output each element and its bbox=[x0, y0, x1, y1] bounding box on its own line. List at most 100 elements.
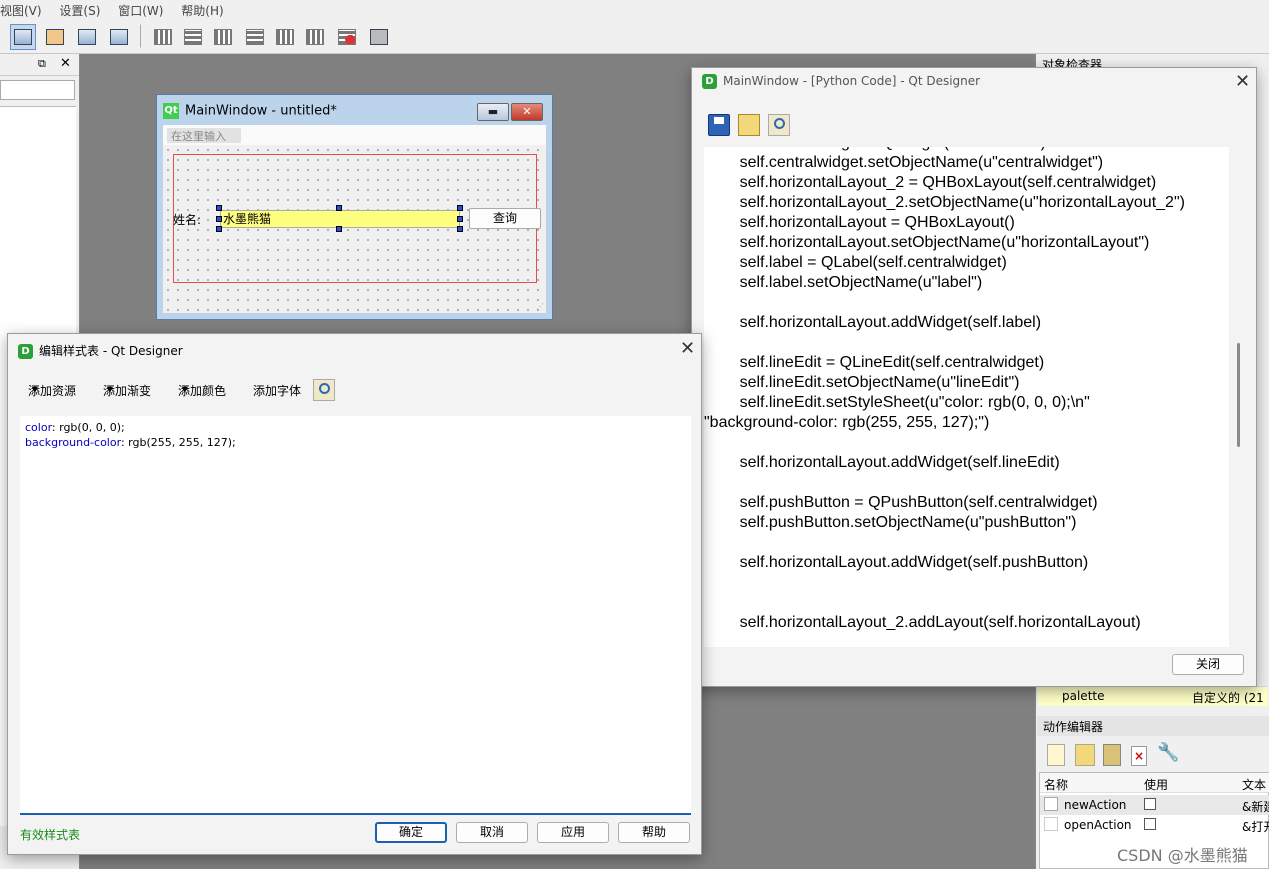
code-text-area[interactable]: self.centralwidget = QWidget(MainWindow)… bbox=[704, 147, 1229, 647]
python-code-window[interactable]: D MainWindow - [Python Code] - Qt Designe… bbox=[691, 67, 1257, 687]
copy-icon[interactable] bbox=[738, 114, 760, 136]
menu-view[interactable]: 视图(V) bbox=[0, 0, 50, 19]
action-icon-slot bbox=[1044, 817, 1058, 831]
layout-form-button[interactable] bbox=[302, 24, 328, 50]
splitter-v-icon bbox=[246, 29, 264, 45]
toolbar bbox=[0, 20, 1269, 54]
layout-horizontal-button[interactable] bbox=[150, 24, 176, 50]
close-icon[interactable]: ✕ bbox=[1235, 71, 1250, 92]
property-name: palette bbox=[1062, 689, 1105, 703]
used-checkbox[interactable] bbox=[1144, 818, 1156, 830]
break-layout-button[interactable] bbox=[334, 24, 360, 50]
css-property: background-color bbox=[25, 436, 121, 449]
menu-window[interactable]: 窗口(W) bbox=[118, 0, 171, 19]
dock-header: ⧉ ✕ bbox=[0, 54, 79, 76]
code-line: self.lineEdit = QLineEdit(self.centralwi… bbox=[704, 354, 1045, 371]
col-used: 使用 bbox=[1144, 778, 1169, 792]
menu-settings[interactable]: 设置(S) bbox=[59, 0, 108, 19]
code-line: self.horizontalLayout_2.addLayout(self.h… bbox=[704, 614, 1141, 631]
find-icon[interactable] bbox=[313, 379, 335, 401]
adjust-size-button[interactable] bbox=[366, 24, 392, 50]
cancel-button[interactable]: 取消 bbox=[456, 822, 528, 843]
add-resource-button[interactable]: 添加资源 ▾ bbox=[28, 382, 76, 398]
add-color-button[interactable]: 添加颜色 ▾ bbox=[178, 382, 226, 398]
edit-signals-slots-button[interactable] bbox=[42, 24, 68, 50]
code-window-titlebar: D MainWindow - [Python Code] - Qt Designe… bbox=[702, 74, 980, 89]
used-checkbox[interactable] bbox=[1144, 798, 1156, 810]
selection-handle[interactable] bbox=[336, 226, 342, 232]
tab-order-icon bbox=[110, 29, 128, 45]
selection-handle[interactable] bbox=[457, 216, 463, 222]
float-icon[interactable]: ⧉ bbox=[38, 57, 46, 71]
close-icon[interactable]: ✕ bbox=[680, 338, 695, 359]
form-window[interactable]: Qt MainWindow - untitled* ▬ ✕ 在这里输入 姓名: 水… bbox=[156, 94, 553, 320]
edit-widgets-icon bbox=[14, 29, 32, 45]
selection-handle[interactable] bbox=[216, 205, 222, 211]
selection-handle[interactable] bbox=[216, 226, 222, 232]
apply-button[interactable]: 应用 bbox=[537, 822, 609, 843]
close-icon[interactable]: ✕ bbox=[60, 56, 71, 71]
validity-status: 有效样式表 bbox=[20, 828, 81, 842]
query-button[interactable]: 查询 bbox=[469, 208, 541, 229]
code-line: self.label = QLabel(self.centralwidget) bbox=[704, 254, 1007, 271]
menu-help[interactable]: 帮助(H) bbox=[181, 0, 231, 19]
add-font-button[interactable]: 添加字体 bbox=[253, 382, 301, 399]
code-line: self.horizontalLayout_2.setObjectName(u"… bbox=[704, 194, 1185, 211]
css-line: background-color: rgb(255, 255, 127); bbox=[25, 436, 236, 449]
copy-icon[interactable] bbox=[1103, 744, 1121, 766]
layout-grid-icon bbox=[276, 29, 294, 45]
action-text: &打开 bbox=[1242, 820, 1269, 834]
edit-buddies-button[interactable] bbox=[74, 24, 100, 50]
help-button[interactable]: 帮助 bbox=[618, 822, 690, 843]
code-line: self.horizontalLayout_2 = QHBoxLayout(se… bbox=[704, 174, 1157, 191]
save-icon[interactable] bbox=[708, 114, 730, 136]
designer-app-icon: D bbox=[18, 344, 33, 359]
action-text: &新建 bbox=[1242, 800, 1269, 814]
wrench-icon[interactable]: 🔧 bbox=[1157, 742, 1179, 763]
ok-button[interactable]: 确定 bbox=[375, 822, 447, 843]
edit-tab-order-button[interactable] bbox=[106, 24, 132, 50]
layout-splitter-h-button[interactable] bbox=[210, 24, 236, 50]
open-icon[interactable] bbox=[1075, 744, 1095, 766]
new-action-icon[interactable] bbox=[1047, 744, 1065, 766]
table-row[interactable]: openAction &打开 bbox=[1040, 815, 1269, 835]
code-lines: self.centralwidget = QWidget(MainWindow)… bbox=[704, 147, 1185, 633]
vertical-scrollbar[interactable] bbox=[1233, 147, 1245, 647]
dialog-title: 编辑样式表 - Qt Designer bbox=[39, 344, 183, 358]
buddies-icon bbox=[78, 29, 96, 45]
property-row-palette[interactable]: palette 自定义的 (21 bbox=[1038, 686, 1268, 706]
stylesheet-dialog[interactable]: D 编辑样式表 - Qt Designer ✕ 添加资源 ▾ 添加渐变 ▾ 添加颜… bbox=[7, 333, 702, 855]
size-grip-icon[interactable]: ⋰ bbox=[536, 302, 544, 311]
edit-widgets-button[interactable] bbox=[10, 24, 36, 50]
code-line: self.horizontalLayout.addWidget(self.pus… bbox=[704, 554, 1089, 571]
minimize-button[interactable]: ▬ bbox=[477, 103, 509, 121]
code-line: self.horizontalLayout.addWidget(self.lin… bbox=[704, 454, 1060, 471]
form-window-title: MainWindow - untitled* bbox=[185, 103, 337, 119]
action-icon-slot bbox=[1044, 797, 1058, 811]
add-gradient-button[interactable]: 添加渐变 ▾ bbox=[103, 382, 151, 398]
stylesheet-editor[interactable]: color: rgb(0, 0, 0); background-color: r… bbox=[20, 416, 691, 815]
selection-handle[interactable] bbox=[336, 205, 342, 211]
layout-splitter-v-button[interactable] bbox=[242, 24, 268, 50]
selection-handle[interactable] bbox=[216, 216, 222, 222]
code-line: self.label.setObjectName(u"label") bbox=[704, 274, 983, 291]
selection-handle[interactable] bbox=[457, 226, 463, 232]
layout-form-icon bbox=[306, 29, 324, 45]
css-property: color bbox=[25, 421, 52, 434]
code-line: self.centralwidget.setObjectName(u"centr… bbox=[704, 154, 1104, 171]
dialog-titlebar: D 编辑样式表 - Qt Designer bbox=[18, 342, 183, 359]
close-button[interactable]: ✕ bbox=[511, 103, 543, 121]
scrollbar-thumb[interactable] bbox=[1237, 343, 1240, 447]
find-icon[interactable] bbox=[768, 114, 790, 136]
selection-handle[interactable] bbox=[457, 205, 463, 211]
menu-placeholder[interactable]: 在这里输入 bbox=[167, 128, 241, 143]
property-value: 自定义的 (21 bbox=[1192, 691, 1264, 705]
layout-vertical-button[interactable] bbox=[180, 24, 206, 50]
delete-icon[interactable]: × bbox=[1131, 746, 1147, 766]
layout-grid-button[interactable] bbox=[272, 24, 298, 50]
layout-vertical-icon bbox=[184, 29, 202, 45]
filter-input[interactable] bbox=[0, 80, 75, 100]
table-row[interactable]: newAction &新建 bbox=[1040, 795, 1269, 815]
close-button[interactable]: 关闭 bbox=[1172, 654, 1244, 675]
